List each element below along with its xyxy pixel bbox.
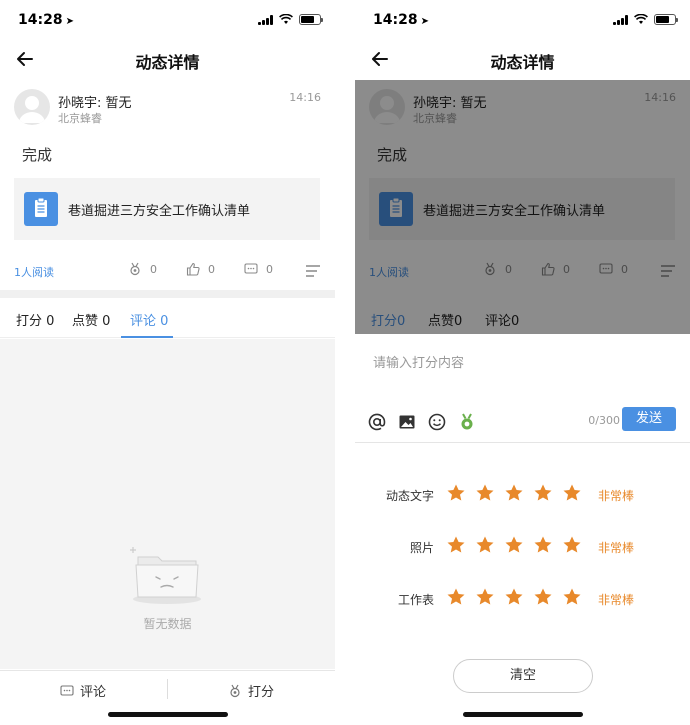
empty-folder-icon <box>130 547 201 604</box>
bottom-score-button[interactable]: 打分 <box>228 681 274 700</box>
attachment-title: 巷道掘进三方安全工作确认清单 <box>68 204 251 219</box>
dim-overlay[interactable] <box>355 80 690 334</box>
empty-text: 暂无数据 <box>143 617 192 631</box>
bottom-comment-button[interactable]: 评论 <box>60 681 106 700</box>
star-icon[interactable] <box>504 535 524 555</box>
bottom-bar-separator <box>167 679 168 699</box>
status-bar: 14:28 ➤ <box>355 0 690 40</box>
tab-comments[interactable]: 评论 0 <box>130 310 168 329</box>
status-time: 14:28 ➤ <box>18 12 74 28</box>
menu-icon[interactable] <box>305 265 321 277</box>
location-arrow-icon: ➤ <box>65 16 74 27</box>
stats-row: 1人阅读 0 0 0 <box>0 256 335 286</box>
star-icon[interactable] <box>475 483 495 503</box>
section-divider <box>0 290 335 298</box>
page-title: 动态详情 <box>490 53 555 72</box>
author-name: 孙晓宇: 暂无 <box>58 96 132 111</box>
nav-bar: 动态详情 <box>355 40 690 78</box>
rating-label: 工作表 <box>397 593 434 607</box>
clear-button[interactable]: 清空 <box>453 659 593 693</box>
send-button[interactable]: 发送 <box>622 407 676 431</box>
comment-count: 0 <box>266 262 273 276</box>
nav-bar: 动态详情 <box>0 40 335 78</box>
star-icon[interactable] <box>446 483 466 503</box>
rating-text: 非常棒 <box>598 541 635 555</box>
star-icon[interactable] <box>475 587 495 607</box>
status-icons <box>613 14 678 25</box>
signal-icon <box>613 14 628 25</box>
screen-rating-sheet: 14:28 ➤ 动态详情 孙晓宇: 暂无 北京蜂睿 14:16 完成 巷道掘进三方… <box>355 0 690 725</box>
wifi-icon <box>634 14 648 24</box>
star-rating[interactable] <box>446 587 582 607</box>
score-count: 0 <box>150 262 157 276</box>
attachment-card[interactable]: 巷道掘进三方安全工作确认清单 <box>14 178 320 240</box>
post-time: 14:16 <box>289 91 321 104</box>
medal-icon <box>230 684 240 697</box>
rating-label: 动态文字 <box>385 489 434 503</box>
star-icon[interactable] <box>504 587 524 607</box>
home-indicator <box>463 712 583 717</box>
like-stat[interactable]: 0 <box>186 262 215 276</box>
star-icon[interactable] <box>562 535 582 555</box>
status-icons <box>258 14 323 25</box>
green-medal-icon[interactable] <box>457 412 477 432</box>
rating-sheet: 请输入打分内容 0/300 发送 动态文字 非常棒 照片 非常棒 工作表 非常棒… <box>355 334 690 725</box>
wifi-icon <box>279 14 293 24</box>
document-icon <box>24 192 58 226</box>
rating-row-photo: 照片 非常棒 <box>355 532 690 562</box>
page-title: 动态详情 <box>135 53 200 72</box>
author-location: 北京蜂睿 <box>58 112 102 125</box>
tab-bar: 打分 0 点赞 0 评论 0 <box>0 298 335 338</box>
location-arrow-icon: ➤ <box>420 16 429 27</box>
star-icon[interactable] <box>475 535 495 555</box>
home-indicator <box>108 712 228 717</box>
avatar[interactable] <box>14 89 50 125</box>
star-rating[interactable] <box>446 535 582 555</box>
char-count: 0/300 <box>588 414 620 427</box>
rating-text: 非常棒 <box>598 593 635 607</box>
thumbs-up-icon <box>186 262 200 276</box>
image-icon[interactable] <box>397 412 417 432</box>
bottom-action-bar: 评论 打分 <box>0 670 335 706</box>
read-count[interactable]: 1人阅读 <box>14 264 54 280</box>
rating-input[interactable]: 请输入打分内容 <box>373 352 464 371</box>
sheet-divider <box>355 442 690 443</box>
battery-icon <box>299 14 323 25</box>
star-icon[interactable] <box>504 483 524 503</box>
star-icon[interactable] <box>562 587 582 607</box>
star-icon[interactable] <box>446 587 466 607</box>
rating-label: 照片 <box>409 541 434 555</box>
rating-row-text: 动态文字 非常棒 <box>355 480 690 510</box>
like-count: 0 <box>208 262 215 276</box>
comment-stat[interactable]: 0 <box>244 262 273 276</box>
status-bar: 14:28 ➤ <box>0 0 335 40</box>
tab-likes[interactable]: 点赞 0 <box>72 310 110 329</box>
star-icon[interactable] <box>446 535 466 555</box>
at-icon[interactable] <box>367 412 387 432</box>
empty-state: 暂无数据 <box>0 339 335 669</box>
status-time: 14:28 ➤ <box>373 12 429 28</box>
rating-row-worksheet: 工作表 非常棒 <box>355 584 690 614</box>
rating-text: 非常棒 <box>598 489 635 503</box>
screen-detail: 14:28 ➤ 动态详情 孙晓宇: 暂无 北京蜂睿 14:16 完成 巷道掘进三方… <box>0 0 335 725</box>
star-icon[interactable] <box>533 587 553 607</box>
star-icon[interactable] <box>533 483 553 503</box>
comment-icon <box>60 684 74 696</box>
input-toolbar <box>367 412 477 432</box>
active-tab-indicator <box>121 336 173 338</box>
signal-icon <box>258 14 273 25</box>
post-content: 完成 <box>22 146 53 164</box>
medal-icon <box>130 262 140 276</box>
tab-score[interactable]: 打分 0 <box>16 310 54 329</box>
comment-icon <box>244 263 258 274</box>
star-rating[interactable] <box>446 483 582 503</box>
emoji-icon[interactable] <box>427 412 447 432</box>
star-icon[interactable] <box>562 483 582 503</box>
battery-icon <box>654 14 678 25</box>
score-stat[interactable]: 0 <box>128 262 157 276</box>
star-icon[interactable] <box>533 535 553 555</box>
